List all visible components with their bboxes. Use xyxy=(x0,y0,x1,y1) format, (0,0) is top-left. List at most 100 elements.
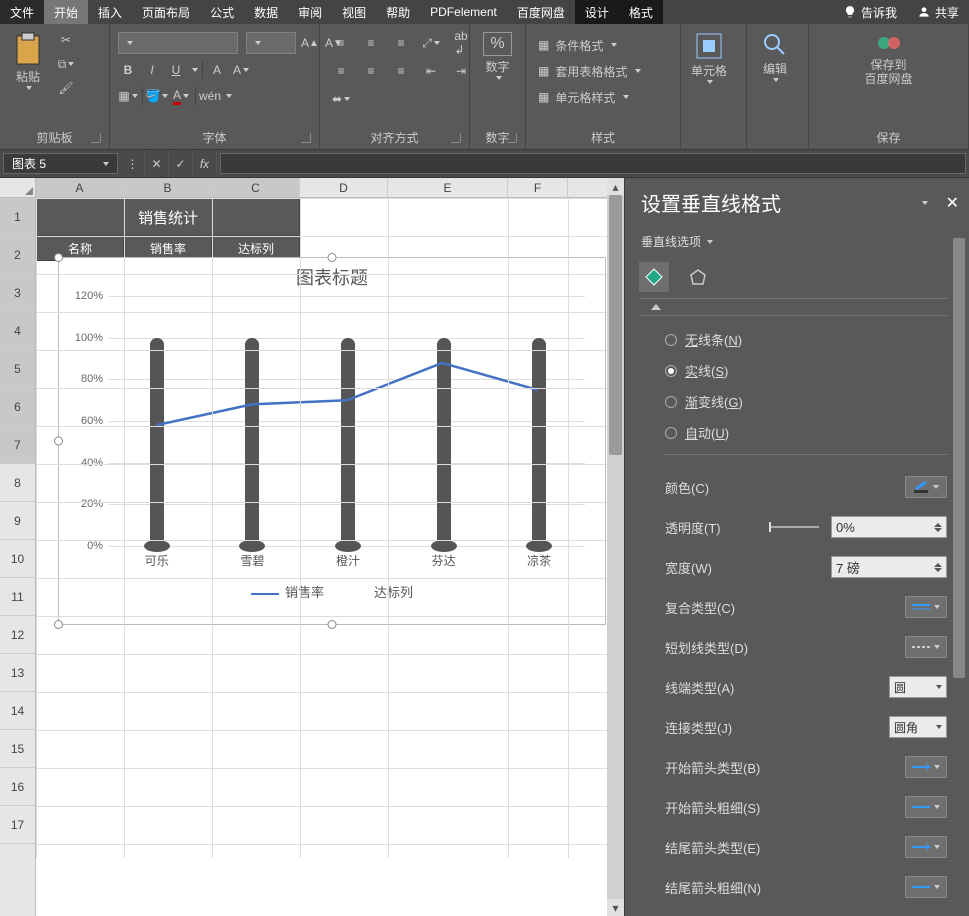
begin-arrow-button[interactable] xyxy=(905,756,947,778)
col-C[interactable]: C xyxy=(212,178,300,197)
tab-insert[interactable]: 插入 xyxy=(88,0,132,24)
align-center-icon[interactable]: ≡ xyxy=(358,60,384,82)
align-left-icon[interactable]: ≡ xyxy=(328,60,354,82)
pane-scrollbar[interactable] xyxy=(951,238,967,912)
effects-tab-icon[interactable] xyxy=(683,262,713,292)
col-D[interactable]: D xyxy=(300,178,388,197)
fill-line-tab-icon[interactable] xyxy=(639,262,669,292)
row-13[interactable]: 13 xyxy=(0,654,35,692)
radio-no-line[interactable]: 无线条(N) xyxy=(665,324,947,355)
row-7[interactable]: 7 xyxy=(0,426,35,464)
vertical-scrollbar[interactable]: ▴ ▾ xyxy=(607,178,624,916)
select-all-corner[interactable] xyxy=(0,178,36,197)
transparency-slider[interactable] xyxy=(769,526,819,528)
close-icon[interactable]: ✕ xyxy=(946,193,959,213)
col-A[interactable]: A xyxy=(36,178,124,197)
resize-handle[interactable] xyxy=(328,620,337,629)
row-2[interactable]: 2 xyxy=(0,236,35,274)
row-16[interactable]: 16 xyxy=(0,768,35,806)
worksheet[interactable]: A B C D E F 1234567891011121314151617 销售… xyxy=(0,178,624,916)
share-button[interactable]: 共享 xyxy=(907,0,969,24)
tab-design[interactable]: 设计 xyxy=(575,0,619,24)
underline-button[interactable]: U xyxy=(166,60,186,80)
cancel-formula-button[interactable]: ✕ xyxy=(145,150,169,177)
namebox-expand[interactable]: ⋮ xyxy=(121,150,145,177)
save-baidu-button[interactable]: 保存到 百度网盘 xyxy=(857,28,921,87)
row-5[interactable]: 5 xyxy=(0,350,35,388)
align-middle-icon[interactable]: ≡ xyxy=(358,32,384,54)
section-toggle[interactable] xyxy=(639,298,947,316)
compound-type-button[interactable] xyxy=(905,596,947,618)
font-size-combo[interactable] xyxy=(246,32,296,54)
align-bottom-icon[interactable]: ≡ xyxy=(388,32,414,54)
row-6[interactable]: 6 xyxy=(0,388,35,426)
align-right-icon[interactable]: ≡ xyxy=(388,60,414,82)
join-type-combo[interactable]: 圆角 xyxy=(889,716,947,738)
row-8[interactable]: 8 xyxy=(0,464,35,502)
radio-auto-line[interactable]: 自动(U) xyxy=(665,417,947,448)
scroll-down-icon[interactable]: ▾ xyxy=(607,899,624,916)
tab-pdfelement[interactable]: PDFelement xyxy=(420,0,507,24)
pane-menu-caret[interactable] xyxy=(922,201,928,205)
font-a2-button[interactable]: A xyxy=(231,60,251,80)
cut-button[interactable]: ✂ xyxy=(56,30,76,50)
paste-button[interactable]: 粘贴 xyxy=(4,28,52,90)
tab-data[interactable]: 数据 xyxy=(244,0,288,24)
chart-title[interactable]: 图表标题 xyxy=(59,258,605,296)
decrease-indent-icon[interactable]: ⇤ xyxy=(418,60,444,82)
row-9[interactable]: 9 xyxy=(0,502,35,540)
transparency-spinner[interactable]: 0% xyxy=(831,516,947,538)
pane-subtitle[interactable]: 垂直线选项 xyxy=(639,229,969,260)
scroll-thumb[interactable] xyxy=(609,195,622,455)
col-F[interactable]: F xyxy=(508,178,568,197)
cell-style-button[interactable]: ▦单元格样式 xyxy=(534,84,633,110)
row-12[interactable]: 12 xyxy=(0,616,35,654)
tab-review[interactable]: 审阅 xyxy=(288,0,332,24)
tab-format[interactable]: 格式 xyxy=(619,0,663,24)
name-box[interactable]: 图表 5 xyxy=(3,153,118,174)
row-11[interactable]: 11 xyxy=(0,578,35,616)
confirm-formula-button[interactable]: ✓ xyxy=(169,150,193,177)
radio-solid-line[interactable]: 实线(S) xyxy=(665,355,947,386)
row-1[interactable]: 1 xyxy=(0,198,35,236)
tab-help[interactable]: 帮助 xyxy=(376,0,420,24)
cells-button[interactable]: 单元格 xyxy=(685,28,733,84)
row-14[interactable]: 14 xyxy=(0,692,35,730)
edit-button[interactable]: 编辑 xyxy=(751,28,799,82)
align-dialog-launcher[interactable] xyxy=(451,133,461,143)
tab-home[interactable]: 开始 xyxy=(44,0,88,24)
resize-handle[interactable] xyxy=(54,620,63,629)
fill-color-button[interactable]: 🪣 xyxy=(147,86,167,106)
tell-me[interactable]: 告诉我 xyxy=(833,0,907,24)
begin-size-button[interactable] xyxy=(905,796,947,818)
bold-button[interactable]: B xyxy=(118,60,138,80)
merge-cells-icon[interactable]: ⬌ xyxy=(328,88,354,110)
resize-handle[interactable] xyxy=(328,253,337,262)
format-painter-button[interactable]: 🖌 xyxy=(56,78,76,98)
row-3[interactable]: 3 xyxy=(0,274,35,312)
table-format-button[interactable]: ▦套用表格格式 xyxy=(534,58,645,84)
width-spinner[interactable]: 7 磅 xyxy=(831,556,947,578)
tab-layout[interactable]: 页面布局 xyxy=(132,0,200,24)
tab-file[interactable]: 文件 xyxy=(0,0,44,24)
row-15[interactable]: 15 xyxy=(0,730,35,768)
tab-view[interactable]: 视图 xyxy=(332,0,376,24)
formula-bar[interactable] xyxy=(220,153,966,174)
align-top-icon[interactable]: ≡ xyxy=(328,32,354,54)
italic-button[interactable]: I xyxy=(142,60,162,80)
tab-formula[interactable]: 公式 xyxy=(200,0,244,24)
row-4[interactable]: 4 xyxy=(0,312,35,350)
increase-font-icon[interactable]: A▲ xyxy=(300,33,320,53)
conditional-format-button[interactable]: ▦条件格式 xyxy=(534,32,621,58)
clipboard-dialog-launcher[interactable] xyxy=(91,133,101,143)
color-picker-button[interactable] xyxy=(905,476,947,498)
scroll-up-icon[interactable]: ▴ xyxy=(607,178,624,195)
number-format-button[interactable]: %数字 xyxy=(474,28,521,80)
copy-button[interactable]: ⧉ xyxy=(56,54,76,74)
phonetic-button[interactable]: wén xyxy=(200,86,220,106)
font-name-combo[interactable] xyxy=(118,32,238,54)
cap-type-combo[interactable]: 圆 xyxy=(889,676,947,698)
dash-type-button[interactable] xyxy=(905,636,947,658)
font-a1-button[interactable]: A xyxy=(207,60,227,80)
fx-button[interactable]: fx xyxy=(193,150,217,177)
